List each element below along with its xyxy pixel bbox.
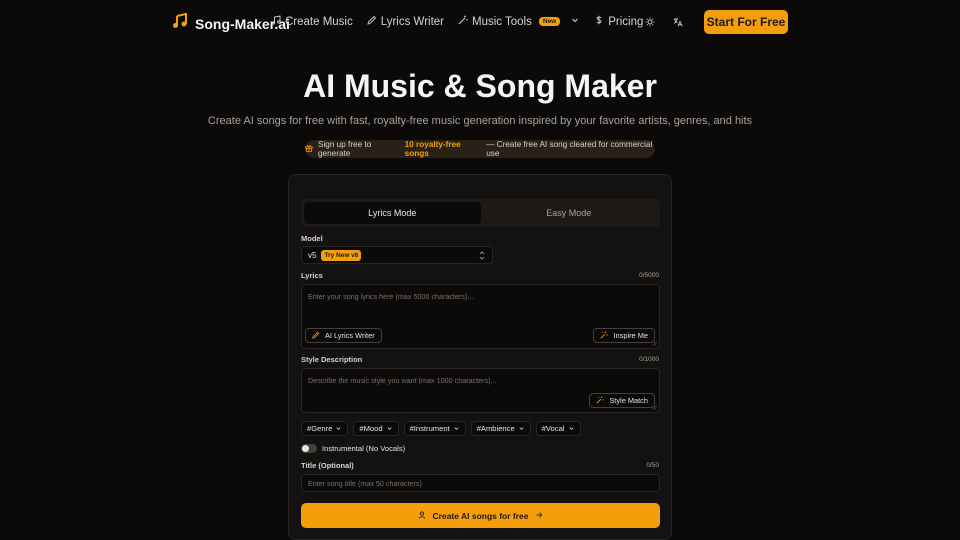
translate-icon[interactable] — [670, 14, 686, 30]
try-new-badge[interactable]: Try New v6 — [321, 249, 362, 261]
instrumental-toggle[interactable] — [301, 444, 317, 453]
create-songs-button[interactable]: Create AI songs for free — [301, 503, 660, 528]
nav-label: Pricing — [608, 15, 644, 28]
sparkles-icon — [600, 330, 609, 341]
style-match-label: Style Match — [609, 396, 648, 405]
create-songs-label: Create AI songs for free — [432, 510, 529, 521]
model-value: v5 — [308, 250, 317, 260]
chevron-down-icon — [519, 427, 524, 430]
style-tags: #Genre #Mood #Instrument #Ambience #Voca… — [301, 421, 581, 436]
top-header: Song-Maker.ai Create Music Lyrics Writer… — [0, 0, 960, 44]
promo-suffix: — Create free AI song cleared for commer… — [486, 140, 653, 158]
nav-music-tools[interactable]: Music Tools New — [458, 15, 580, 28]
tab-easy-mode[interactable]: Easy Mode — [481, 202, 658, 224]
nav-label: Lyrics Writer — [380, 15, 444, 28]
model-select[interactable]: v5 Try New v6 — [301, 246, 493, 264]
style-counter: 0/1000 — [639, 356, 659, 363]
chevron-down-icon — [336, 427, 341, 430]
song-form-card: Lyrics Mode Easy Mode Model v5 Try New v… — [288, 174, 672, 540]
start-for-free-button[interactable]: Start For Free — [704, 10, 788, 34]
hero-subtitle: Create AI songs for free with fast, roya… — [207, 115, 753, 127]
style-description-label: Style Description — [301, 355, 363, 364]
tag-label: #Vocal — [541, 424, 565, 433]
title-placeholder: Enter song title (max 50 characters) — [308, 478, 422, 488]
promo-banner: Sign up free to generate 10 royalty-free… — [305, 140, 655, 158]
title-counter: 0/50 — [646, 462, 659, 469]
lyrics-placeholder: Enter your song lyrics here (max 5000 ch… — [308, 292, 474, 301]
toggle-knob — [302, 445, 309, 452]
tag-genre[interactable]: #Genre — [301, 421, 349, 436]
main-nav: Create Music Lyrics Writer Music Tools N… — [271, 15, 643, 28]
instrumental-label: Instrumental (No Vocals) — [322, 444, 406, 453]
lyrics-counter: 0/5000 — [639, 272, 659, 279]
nav-create-music[interactable]: Create Music — [271, 15, 353, 28]
chevron-down-icon[interactable] — [564, 15, 580, 28]
lyrics-label: Lyrics — [301, 271, 323, 280]
tab-lyrics-mode[interactable]: Lyrics Mode — [304, 202, 481, 224]
style-placeholder: Describe the music style you want (max 1… — [308, 376, 497, 385]
inspire-me-button[interactable]: Inspire Me — [593, 328, 655, 343]
sun-icon[interactable] — [642, 14, 658, 30]
chevron-down-icon — [387, 427, 392, 430]
hero-title: AI Music & Song Maker — [303, 68, 657, 104]
chevron-updown-icon — [479, 251, 485, 260]
tag-label: #Instrument — [409, 424, 450, 433]
nav-lyrics-writer[interactable]: Lyrics Writer — [367, 15, 444, 28]
tag-ambience[interactable]: #Ambience — [470, 421, 531, 436]
pencil-icon — [367, 15, 377, 28]
nav-pricing[interactable]: Pricing — [594, 15, 643, 28]
mode-tabs: Lyrics Mode Easy Mode — [301, 199, 660, 227]
music-note-icon — [172, 12, 188, 34]
tag-mood[interactable]: #Mood — [353, 421, 399, 436]
title-input[interactable]: Enter song title (max 50 characters) — [301, 474, 660, 492]
chevron-down-icon — [454, 427, 459, 430]
promo-prefix: Sign up free to generate — [318, 140, 372, 158]
tag-label: #Ambience — [476, 424, 515, 433]
user-icon — [418, 511, 426, 521]
promo-highlight: 10 royalty-free songs — [404, 140, 461, 158]
pencil-icon — [312, 331, 320, 341]
tag-instrument[interactable]: #Instrument — [403, 421, 466, 436]
title-label: Title (Optional) — [301, 461, 354, 470]
ai-lyrics-writer-button[interactable]: AI Lyrics Writer — [305, 328, 382, 343]
model-label: Model — [301, 234, 323, 243]
tag-label: #Mood — [359, 424, 383, 433]
dollar-icon — [594, 15, 604, 28]
sparkles-icon — [596, 395, 605, 406]
nav-label: Music Tools — [472, 15, 532, 28]
arrow-right-icon — [535, 511, 543, 521]
inspire-me-label: Inspire Me — [613, 331, 648, 340]
chevron-down-icon — [568, 427, 574, 430]
music-note-icon — [271, 15, 281, 28]
style-match-button[interactable]: Style Match — [589, 393, 655, 408]
instrumental-row: Instrumental (No Vocals) — [301, 444, 405, 453]
gift-icon — [305, 144, 313, 154]
ai-lyrics-writer-label: AI Lyrics Writer — [325, 331, 375, 340]
wand-icon — [458, 15, 468, 28]
new-badge: New — [538, 17, 561, 26]
nav-label: Create Music — [285, 15, 353, 28]
tag-vocal[interactable]: #Vocal — [535, 421, 581, 436]
header-actions: Start For Free — [642, 10, 788, 34]
tag-label: #Genre — [307, 424, 333, 433]
